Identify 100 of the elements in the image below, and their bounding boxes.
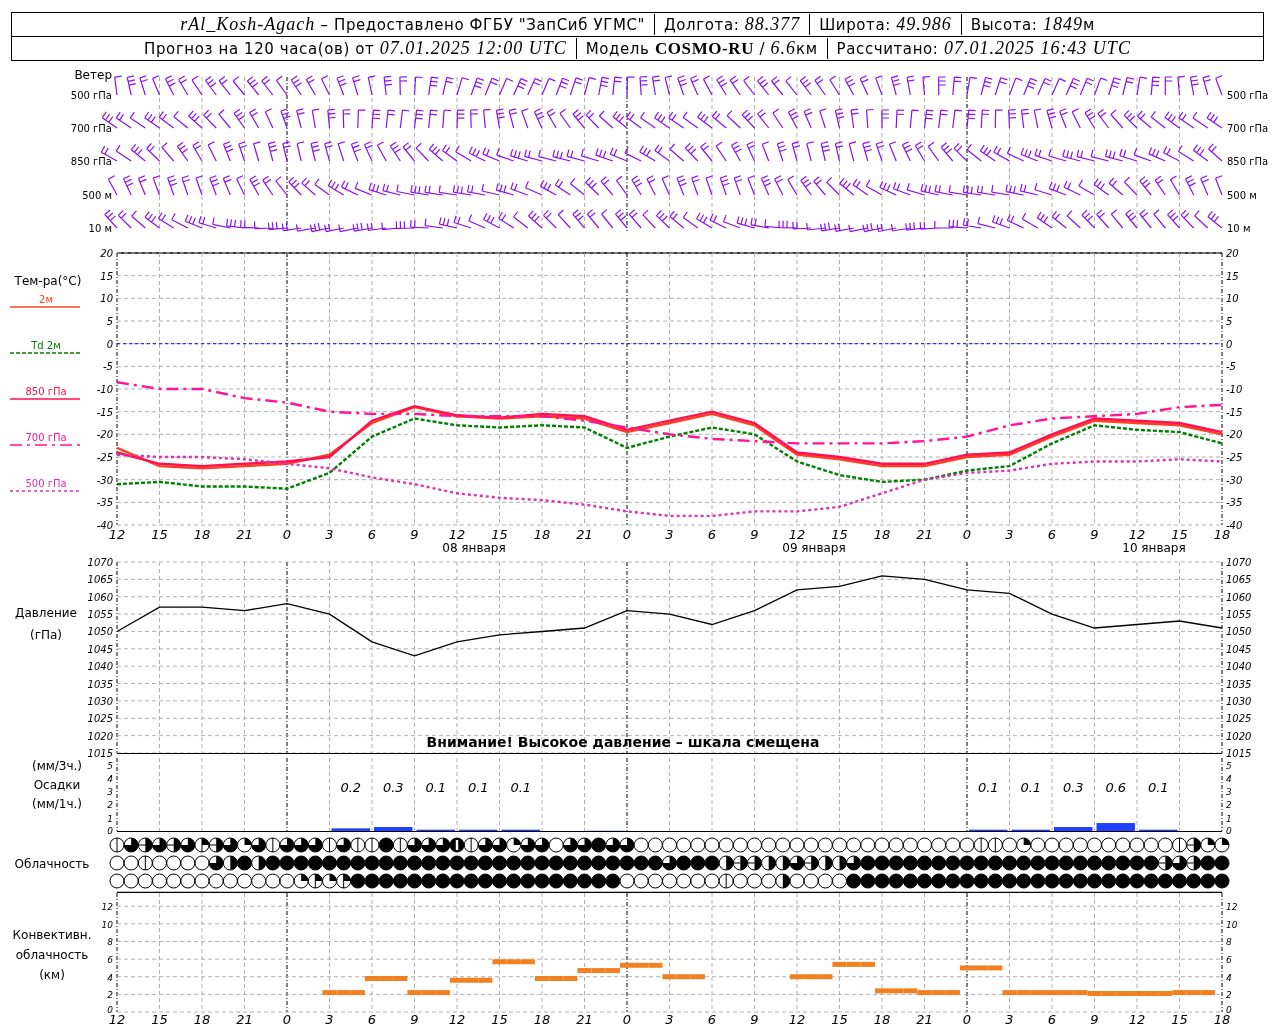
axis-title: Давление (гПа): [15, 606, 77, 642]
axis-label: 1065: [1226, 574, 1252, 586]
axis-label: 1055: [87, 609, 113, 621]
cloud-cover-icon: [789, 873, 805, 889]
cloud-cover-icon: [577, 873, 592, 889]
axis-label: -20: [1226, 429, 1243, 441]
cloud-cover-icon: [987, 873, 1003, 889]
cloud-cover-icon: [435, 837, 451, 853]
cloud-cover-icon: [407, 873, 422, 889]
axis-label: 10: [101, 919, 113, 930]
cloud-cover-icon: [959, 873, 975, 889]
cloud-cover-icon: [775, 837, 791, 853]
axis-label: 21: [916, 527, 933, 542]
cloud-cover-icon: [1186, 855, 1202, 871]
axis-label: 1035: [1226, 678, 1252, 690]
cloud-cover-icon: [1200, 837, 1216, 853]
cloud-cover-icon: [279, 855, 295, 871]
cloud-cover-icon: [477, 837, 493, 853]
cloud-cover-icon: [1058, 837, 1074, 853]
cloud-cover-icon: [1143, 837, 1159, 853]
axis-label: 3: [1005, 1012, 1014, 1024]
cloud-cover-icon: [194, 873, 210, 889]
cloud-cover-icon: [973, 873, 989, 889]
cloud-cover-icon: [605, 873, 621, 889]
cloud-cover-icon: [1044, 837, 1060, 853]
cloud-cover-icon: [1115, 837, 1131, 853]
axis-label: -25: [1226, 452, 1243, 463]
axis-label: -25: [96, 452, 113, 463]
cloud-cover-icon: [1172, 837, 1187, 853]
axis-label: 0: [962, 527, 972, 542]
cloud-cover-icon: [1129, 837, 1145, 853]
cloud-cover-icon: [605, 837, 621, 853]
level-label: 500 гПа: [70, 90, 112, 101]
cloud-cover-icon: [123, 837, 139, 853]
cloud-cover-icon: [690, 855, 706, 871]
value-label: 0.1: [1147, 780, 1169, 795]
cloud-cover-icon: [619, 873, 635, 889]
axis-label: 1060: [1226, 591, 1252, 603]
cloud-cover-icon: [605, 855, 621, 871]
axis-label: 1015: [1226, 748, 1252, 758]
cloud-cover-icon: [747, 873, 762, 889]
axis-label: -15: [96, 406, 113, 418]
cloud-cover-icon: [803, 873, 819, 889]
cloud-cover-icon: [959, 855, 975, 871]
cloud-cover-icon: [392, 873, 408, 889]
cloud-cover-icon: [463, 873, 479, 889]
cloud-cover-icon: [251, 855, 267, 871]
cloud-cover-icon: [336, 855, 352, 871]
cloud-cover-icon: [322, 837, 337, 853]
precipitation-bar: [1096, 823, 1135, 831]
cloud-cover-icon: [902, 873, 918, 889]
cloud-cover-icon: [1087, 837, 1102, 853]
cloud-cover-icon: [506, 837, 522, 853]
cloud-cover-icon: [1143, 855, 1159, 871]
cloud-cover-icon: [548, 837, 564, 853]
cloud-cover-icon: [492, 873, 507, 889]
cloud-cover-icon: [520, 837, 536, 853]
cloud-cover-icon: [860, 837, 876, 853]
legend-label: 700 гПа: [25, 432, 67, 443]
axis-label: 1025: [1226, 713, 1252, 725]
axis-label: 5: [107, 760, 113, 771]
cloud-cover-icon: [860, 873, 876, 889]
axis-label: 0: [106, 338, 113, 350]
cloud-cover-icon: [1214, 837, 1230, 853]
cloud-cover-icon: [1002, 855, 1017, 871]
axis-label: -5: [1226, 361, 1236, 373]
level-label: 700 гПа: [70, 123, 112, 134]
cloud-cover-icon: [817, 837, 833, 853]
axis-label: 15: [1226, 270, 1239, 282]
axis-label: 0: [107, 1005, 113, 1015]
axis-label: 12: [1128, 527, 1146, 542]
cloud-cover-icon: [392, 855, 408, 871]
cloud-cover-icon: [732, 873, 748, 889]
cloud-cover-icon: [548, 855, 564, 871]
precipitation-bar: [331, 828, 370, 831]
cloud-cover-icon: [874, 837, 890, 853]
axis-label: -20: [96, 429, 113, 441]
cloud-cover-icon: [775, 855, 791, 871]
cloud-cover-icon: [109, 873, 125, 889]
axis-label: 8: [1226, 937, 1232, 948]
cloud-cover-icon: [633, 855, 649, 871]
axis-label: 4: [107, 972, 113, 983]
cloud-cover-icon: [180, 855, 196, 871]
date-label: 08 января: [442, 541, 506, 555]
axis-label: 12: [448, 1012, 466, 1024]
cloud-cover-icon: [718, 837, 734, 853]
level-label: 10 м: [88, 223, 112, 234]
axis-label: 10: [100, 293, 113, 305]
axis-label: 3: [1226, 787, 1232, 798]
axis-title: Тем-ра(°С): [14, 274, 82, 288]
cloud-cover-icon: [662, 837, 677, 853]
axis-label: 0: [622, 527, 632, 542]
cloud-cover-icon: [1101, 837, 1117, 853]
axis-label: 3: [107, 787, 113, 798]
cloud-cover-icon: [747, 837, 762, 853]
cloud-cover-icon: [1087, 873, 1102, 889]
axis-label: 10: [1226, 293, 1239, 305]
cloud-cover-icon: [931, 855, 947, 871]
cloud-cover-icon: [676, 855, 692, 871]
value-label: 0.1: [467, 780, 489, 795]
